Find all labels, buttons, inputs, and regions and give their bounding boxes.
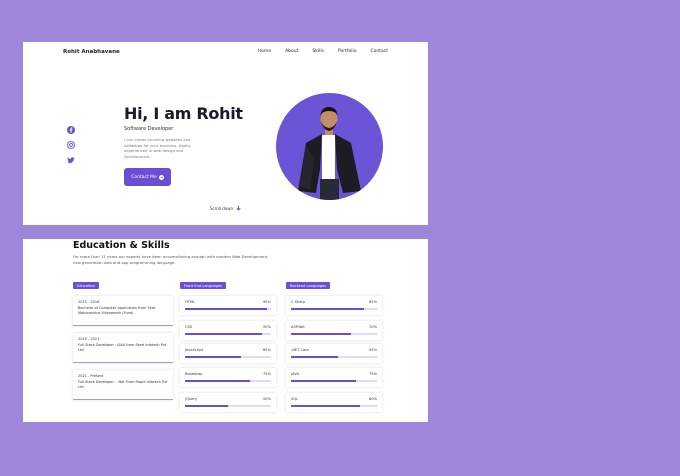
arrow-down-icon <box>236 205 241 211</box>
skill-progress-fill <box>185 380 250 382</box>
scroll-down-label: Scroll down <box>210 205 234 211</box>
instagram-icon[interactable] <box>67 141 75 149</box>
skill-name: SQL <box>291 397 299 401</box>
skill-percent: 75% <box>369 372 377 376</box>
education-years: 2021 - Present <box>78 374 104 378</box>
profile-photo <box>276 93 383 200</box>
skill-percent: 70% <box>369 325 377 329</box>
education-degree: Bachelor of Computer Application from Ti… <box>78 306 156 315</box>
person-illustration <box>298 107 361 200</box>
nav-item-home[interactable]: Home <box>258 49 271 54</box>
skill-percent: 85% <box>369 300 377 304</box>
section-title: Education & Skills <box>73 240 170 251</box>
skill-percent: 75% <box>263 372 271 376</box>
skill-percent: 65% <box>263 348 271 352</box>
skill-name: CSS <box>185 325 193 329</box>
nav-item-skills[interactable]: Skills <box>312 49 324 54</box>
skill-progress-track <box>291 308 377 310</box>
hero-role: Software Developer <box>124 126 174 132</box>
skill-card: JAVA 75% <box>286 368 382 387</box>
nav-item-about[interactable]: About <box>285 49 298 54</box>
skill-progress-track <box>291 380 377 382</box>
hero-section: Rohit Anabhavane Home About Skills Portf… <box>23 42 428 225</box>
skill-card: C Sharp 85% <box>286 296 382 315</box>
skill-progress-track <box>291 405 377 407</box>
skill-progress-track <box>291 356 377 358</box>
skill-progress-track <box>185 333 271 335</box>
education-item: 2019 - 2021 Full Stack Developer - JAVA … <box>73 333 173 363</box>
education-years: 2015 - 2018 <box>78 300 100 304</box>
skill-name: Bootstrap <box>185 372 203 376</box>
skill-percent: 80% <box>369 397 377 401</box>
skill-progress-fill <box>185 308 267 310</box>
brand-name[interactable]: Rohit Anabhavane <box>63 49 120 55</box>
backend-column-label: Backend Languages <box>286 282 331 289</box>
education-item: 2015 - 2018 Bachelor of Computer Applica… <box>73 296 173 326</box>
skill-progress-fill <box>291 380 356 382</box>
skill-progress-track <box>291 333 377 335</box>
education-column-label: Education <box>73 282 99 289</box>
skill-progress-fill <box>185 356 241 358</box>
skill-progress-fill <box>291 333 352 335</box>
skill-card: ASP.Net 70% <box>286 321 382 340</box>
skill-name: JavaScript <box>185 348 204 352</box>
skill-card: Bootstrap 75% <box>180 368 276 387</box>
education-degree: Full Stack Developer - JAVA from Seed In… <box>78 343 167 352</box>
skill-progress-fill <box>291 356 339 358</box>
skill-progress-fill <box>291 308 365 310</box>
skill-name: jQuery <box>185 397 197 401</box>
facebook-icon[interactable] <box>67 126 75 134</box>
send-icon <box>158 174 164 180</box>
skill-progress-track <box>185 308 271 310</box>
education-degree: Full Stack Developer - .Net From Rapid I… <box>78 380 168 389</box>
contact-me-button[interactable]: Contact Me <box>124 168 171 186</box>
skill-card: jQuery 50% <box>180 393 276 412</box>
skill-percent: 90% <box>263 325 271 329</box>
nav-item-portfolio[interactable]: Portfolio <box>338 49 357 54</box>
frontend-column-label: Front-End Languages <box>180 282 226 289</box>
hero-description: I can create stunning websites and softw… <box>124 137 191 159</box>
education-skills-section: Education & Skills For more than 11 year… <box>23 239 428 422</box>
skill-percent: 55% <box>369 348 377 352</box>
skill-percent: 50% <box>263 397 271 401</box>
scroll-down-link[interactable]: Scroll down <box>210 205 241 211</box>
main-nav: Home About Skills Portfolio Contact <box>258 49 388 54</box>
skill-name: C Sharp <box>291 300 306 304</box>
skill-name: HTML <box>185 300 196 304</box>
skill-percent: 95% <box>263 300 271 304</box>
nav-item-contact[interactable]: Contact <box>370 49 388 54</box>
skill-progress-track <box>185 405 271 407</box>
skill-card: CSS 90% <box>180 321 276 340</box>
twitter-icon[interactable] <box>67 156 75 164</box>
contact-button-label: Contact Me <box>131 174 157 180</box>
skill-progress-fill <box>185 333 263 335</box>
hero-greeting: Hi, I am Rohit <box>124 104 243 123</box>
skill-card: HTML 95% <box>180 296 276 315</box>
education-years: 2019 - 2021 <box>78 337 100 341</box>
skill-progress-track <box>185 380 271 382</box>
skill-card: JavaScript 65% <box>180 344 276 363</box>
skill-card: SQL 80% <box>286 393 382 412</box>
skill-progress-fill <box>185 405 228 407</box>
skill-card: .NET Core 55% <box>286 344 382 363</box>
skill-name: ASP.Net <box>291 325 305 329</box>
skill-progress-track <box>185 356 271 358</box>
skill-name: JAVA <box>291 372 299 376</box>
education-item: 2021 - Present Full Stack Developer - .N… <box>73 370 173 400</box>
skill-name: .NET Core <box>291 348 309 352</box>
section-description: For more than 11 years our experts have … <box>73 254 269 265</box>
skill-progress-fill <box>291 405 360 407</box>
